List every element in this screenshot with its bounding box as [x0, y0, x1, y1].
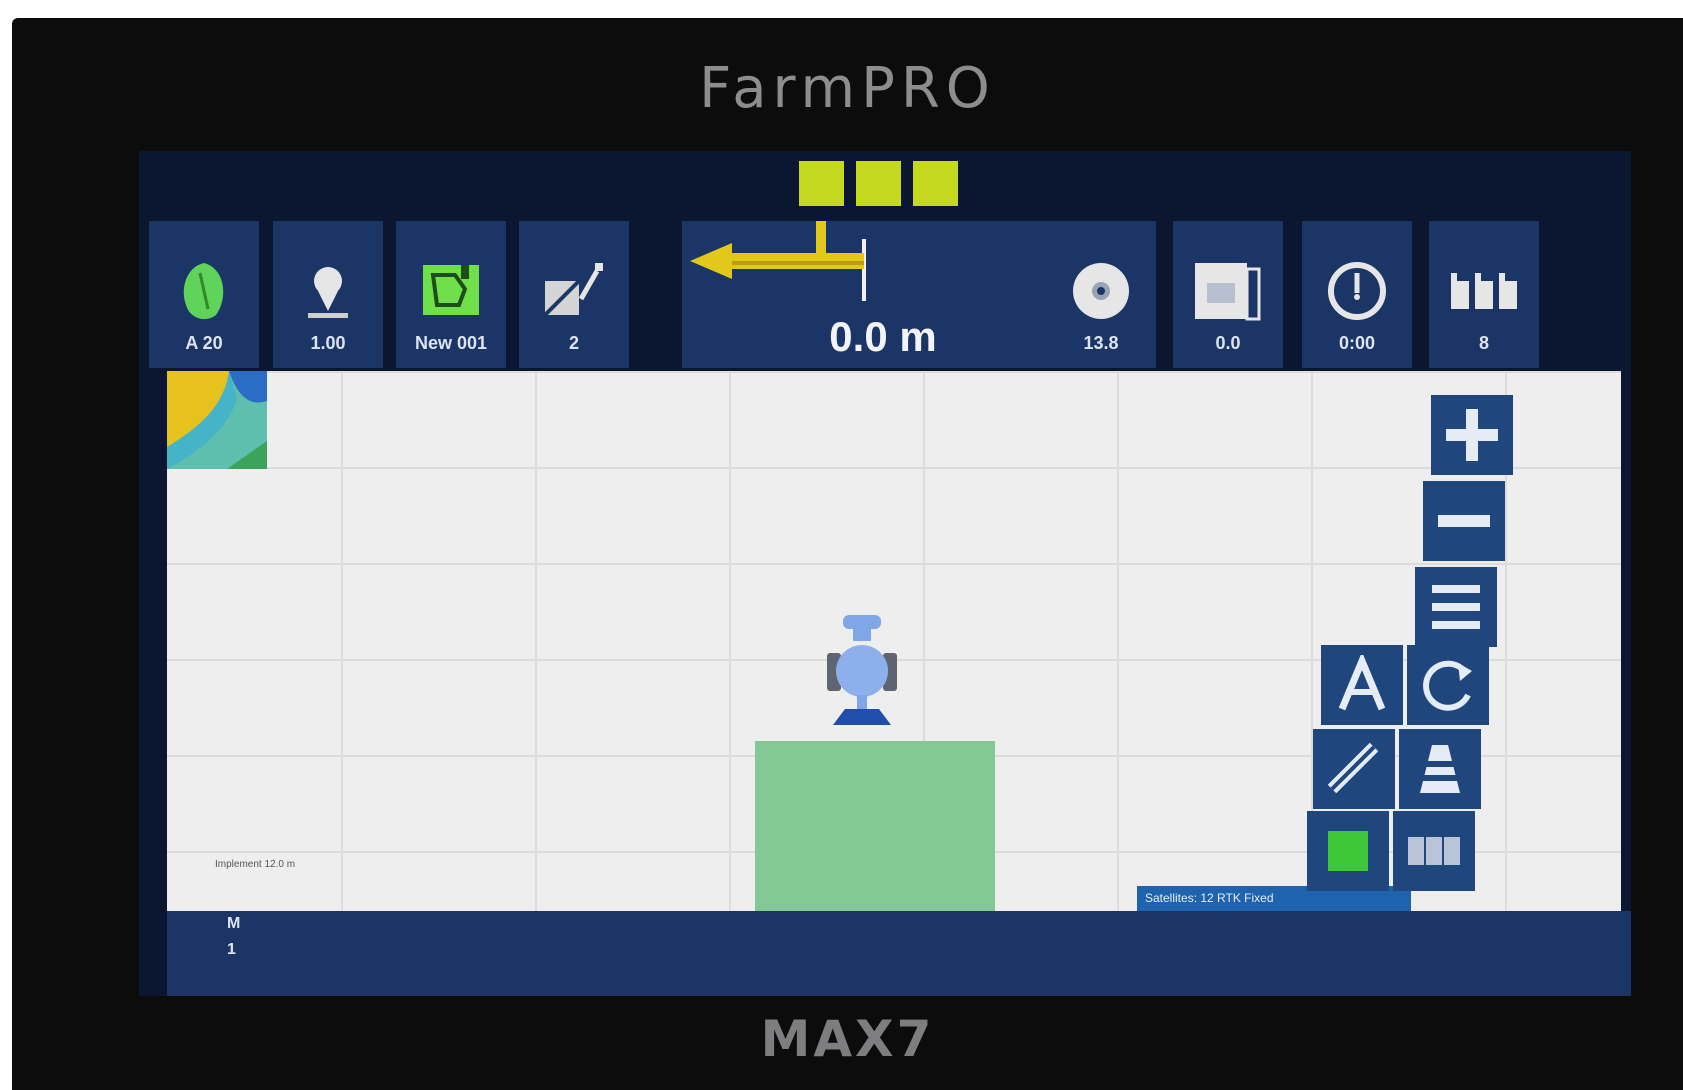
coverage-toggle-button[interactable] — [1307, 811, 1389, 891]
device-bezel: FarmPRO A 20 1.00 New 001 2 0.0 m 13.8 0… — [12, 18, 1683, 1090]
status-indicator — [799, 161, 844, 206]
status-indicators — [799, 161, 958, 206]
field-boundary-button[interactable]: New 001 — [396, 221, 506, 368]
status-indicator — [856, 161, 901, 206]
location-icon — [302, 255, 354, 327]
ruler-icon — [1327, 742, 1379, 794]
minus-icon — [1438, 515, 1490, 527]
document-value: 0.0 — [1215, 333, 1241, 353]
rotate-view-icon — [1423, 660, 1472, 711]
model-label: MAX7 — [760, 1010, 935, 1068]
brand-logo: FarmPRO — [699, 56, 996, 121]
field-boundary-value: New 001 — [414, 333, 488, 353]
bottom-info-line-1: M — [227, 915, 241, 932]
zoom-out-button[interactable] — [1423, 481, 1505, 561]
green-square-icon — [1328, 831, 1368, 871]
field-icon — [176, 255, 232, 327]
document-button[interactable]: 0.0 — [1173, 221, 1283, 368]
letter-a-icon — [1338, 655, 1386, 711]
top-toolbar: A 20 1.00 New 001 2 0.0 m 13.8 0.0 0:00 … — [139, 221, 1631, 368]
field-map[interactable]: Implement 12.0 m Satellites: 12 RTK Fixe… — [167, 371, 1621, 911]
location-value: 1.00 — [310, 333, 346, 353]
menu-icon — [1432, 585, 1480, 629]
sections-icon — [1449, 255, 1519, 327]
document-icon — [1193, 255, 1263, 327]
steering-icon — [539, 255, 609, 327]
steering-value: 2 — [568, 333, 579, 353]
location-button[interactable]: 1.00 — [273, 221, 383, 368]
implement-label: Implement 12.0 m — [215, 859, 296, 870]
field-boundary-icon — [419, 255, 483, 327]
minimap[interactable] — [167, 371, 267, 469]
speed-button[interactable]: 13.8 — [1046, 221, 1156, 368]
sections-button[interactable]: 8 — [1429, 221, 1539, 368]
field-value: A 20 — [185, 333, 223, 353]
coverage-area — [755, 741, 995, 911]
guidance-arrow-icon — [690, 221, 866, 301]
speed-icon — [1069, 255, 1133, 327]
timer-button[interactable]: 0:00 — [1302, 221, 1412, 368]
ab-line-button[interactable] — [1321, 645, 1403, 725]
plus-icon — [1446, 409, 1498, 461]
timer-icon — [1323, 255, 1391, 327]
cross-track-distance: 0.0 m — [829, 313, 937, 360]
tractor-icon — [827, 615, 897, 725]
guidance-panel: 0.0 m — [682, 221, 1084, 368]
cone-icon — [1420, 745, 1460, 793]
boundary-button[interactable] — [1399, 729, 1481, 809]
camera-view-button[interactable] — [1407, 645, 1489, 725]
sections-value: 8 — [1478, 333, 1489, 353]
bottom-info-line-2: 1 — [227, 941, 236, 958]
sections-icon — [1408, 837, 1460, 865]
draw-line-button[interactable] — [1313, 729, 1395, 809]
steering-button[interactable]: 2 — [519, 221, 629, 368]
timer-value: 0:00 — [1338, 333, 1376, 353]
field-button[interactable]: A 20 — [149, 221, 259, 368]
zoom-in-button[interactable] — [1431, 395, 1513, 475]
status-indicator — [913, 161, 958, 206]
section-control-button[interactable] — [1393, 811, 1475, 891]
display-screen: A 20 1.00 New 001 2 0.0 m 13.8 0.0 0:00 … — [139, 151, 1631, 996]
speed-value: 13.8 — [1083, 333, 1119, 353]
menu-button[interactable] — [1415, 567, 1497, 647]
bottom-info-bar: M 1 — [167, 911, 1631, 996]
